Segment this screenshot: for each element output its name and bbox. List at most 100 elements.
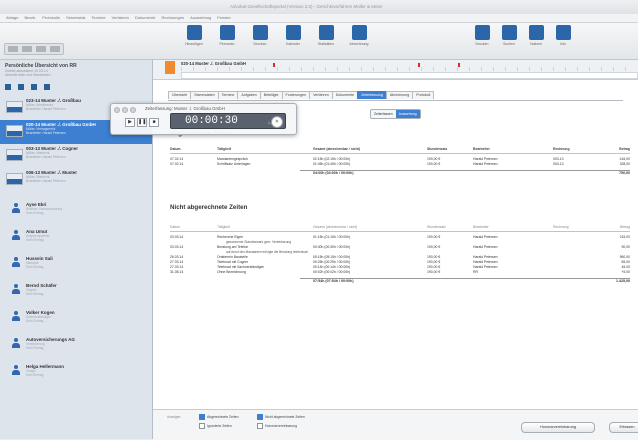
case-icon[interactable]: [5, 84, 11, 90]
tab-dokumente[interactable]: Dokumente: [331, 91, 359, 99]
sidebar-contact-item[interactable]: Helga Hellermann Zeugin Kein Eintrag: [0, 362, 152, 389]
checkbox-ignored[interactable]: Ignorierte Zeiten: [199, 423, 232, 429]
toolbar-icon: [219, 25, 235, 40]
toolbar-icon: [474, 25, 490, 40]
sidebar-case-item[interactable]: 003-13 Muster ./. Cogner Müller, Mietrech…: [0, 144, 152, 168]
person-icon: [12, 311, 20, 321]
cell-duration: 05:15h (05:15h / 00:00h): [313, 255, 351, 259]
zoom-dot-icon[interactable]: [130, 107, 136, 113]
tab-zeiterfassung[interactable]: Zeiterfassung: [357, 91, 387, 99]
close-icon[interactable]: ✕: [271, 116, 283, 128]
cell-activity: Telefonat mit Cogner: [217, 260, 249, 264]
segment-capture[interactable]: Zeiterfassen: [371, 110, 396, 118]
fee-agreement-button[interactable]: Honorarvereinbarung: [521, 422, 595, 433]
cell-duration: 00:30h (00:30h / 00:00h): [313, 245, 351, 249]
play-icon[interactable]: ▶: [125, 118, 135, 127]
pause-icon[interactable]: ❚❚: [137, 118, 147, 127]
cell-activity: Telefonat mit Sachverständigen: [217, 265, 265, 269]
table-row[interactable]: 31.08.14 Ohne Bezeichnung 00:02h (00:02h /…: [170, 270, 630, 275]
sidebar-contact-item[interactable]: Ayse Ekri Besitzer, Hausverwaltung Kein Ei…: [0, 200, 152, 227]
person-icon: [12, 257, 20, 267]
sidebar-case-item[interactable]: 006-13 Muster ./. Muster Müller, Mietrech…: [0, 168, 152, 192]
toolbar-icon: [528, 25, 544, 40]
segment-evaluation[interactable]: Auswertung: [395, 110, 420, 118]
menu-item[interactable]: Bearb.: [24, 14, 36, 22]
unbilled-table: Datum Tätigkeit Gesamt (abrechenbar / nich…: [170, 225, 630, 285]
toolbar-icon: [501, 25, 517, 40]
tab-verfahren[interactable]: Verfahren: [309, 91, 333, 99]
cell-worker: Harald Petersen: [473, 162, 498, 166]
person-icon: [12, 284, 20, 294]
tab-übersicht[interactable]: Übersicht: [168, 91, 192, 99]
tab-abrechnung[interactable]: Abrechnung: [385, 91, 414, 99]
tab-beteiligte[interactable]: Beteiligte: [259, 91, 283, 99]
tab-stammdaten[interactable]: Stammdaten: [190, 91, 219, 99]
tab-termine[interactable]: Termine: [217, 91, 239, 99]
timeline-event-marker[interactable]: [458, 63, 460, 67]
table-header: Datum Tätigkeit Gesamt (abrechenbar / nich…: [170, 147, 630, 154]
view-switcher[interactable]: [4, 43, 64, 55]
menu-item[interactable]: Sekretariat: [66, 14, 85, 22]
close-dot-icon[interactable]: [114, 107, 120, 113]
sidebar-contact-item[interactable]: Bernd Schäfer Gegner Kein Eintrag: [0, 281, 152, 308]
case-timeline[interactable]: 020-14 Muster ./. Großbau GmbH: [153, 60, 638, 80]
menu-item[interactable]: Fenster: [217, 14, 231, 22]
tab-protokoll[interactable]: Protokoll: [412, 91, 435, 99]
toolbar-button[interactable]: Statistiken: [312, 25, 340, 46]
sidebar-contact-item[interactable]: Ana Umut Ansprechpartner Kein Eintrag: [0, 227, 152, 254]
menu-item[interactable]: Auswertung: [190, 14, 211, 22]
header-date: Datum: [170, 147, 181, 151]
menu-bar: Ablage Bearb. Protokolle Sekretariat Termine…: [0, 14, 638, 23]
billed-table: Datum Tätigkeit Gesamt (abrechenbar / nich…: [170, 147, 630, 177]
toolbar-button[interactable]: Personen: [213, 25, 241, 46]
mode-segmented-control: Zeiterfassen Auswertung: [370, 109, 421, 119]
table-row[interactable]: 07.02.14 Schriftsatz Unterlagen 01:45h (01…: [170, 162, 630, 167]
add-entry-button[interactable]: Erfassen: [609, 422, 638, 433]
checkbox-fee-agreement[interactable]: Honorarvereinbarung: [257, 423, 297, 429]
toolbar-button-label: Suchen: [503, 42, 515, 46]
toolbar-button[interactable]: Hinzufügen: [180, 25, 208, 46]
time-tracker-window[interactable]: Zeiterfassung: Muster ./. Großbau GmbH ▶…: [110, 103, 297, 135]
stop-icon[interactable]: ■: [149, 118, 159, 127]
sum-duration: 04:00h (04:00h / 00:00h): [313, 171, 354, 175]
toolbar-button[interactable]: Drucken: [246, 25, 274, 46]
tab-aufgaben[interactable]: Aufgaben: [237, 91, 261, 99]
toolbar-button[interactable]: Abrechnung: [345, 25, 373, 46]
toolbar-button[interactable]: Suchen: [495, 25, 523, 46]
cell-rate: 190,00 €: [427, 157, 441, 161]
timeline-month-ruler: [181, 72, 638, 79]
people-icon[interactable]: [31, 84, 37, 90]
sidebar-contact-item[interactable]: Volker Kogen Sachverständiger Kein Eintrag: [0, 308, 152, 335]
header-duration: Gesamt (abrechenbar / nicht): [313, 147, 360, 151]
timeline-label: 020-14 Muster ./. Großbau GmbH: [181, 61, 246, 66]
timeline-case-marker: [165, 61, 175, 74]
lock-icon[interactable]: [44, 84, 50, 90]
menu-item[interactable]: Verfahren: [112, 14, 129, 22]
timer-time: 00:00:30: [185, 115, 238, 127]
timeline-event-marker[interactable]: [273, 63, 275, 67]
sidebar-contact-item[interactable]: Hussein Sali Mandant Kein Eintrag: [0, 254, 152, 281]
timeline-event-marker[interactable]: [418, 63, 420, 67]
menu-item[interactable]: Rechnungen: [161, 14, 184, 22]
menu-item[interactable]: Protokolle: [42, 14, 60, 22]
sidebar-contact-item[interactable]: Autoversicherungs AG Versicherung Kein Ein…: [0, 335, 152, 362]
menu-item[interactable]: Ablage: [6, 14, 18, 22]
menu-item[interactable]: Dokumente: [135, 14, 155, 22]
tab-forderungen[interactable]: Forderungen: [281, 91, 311, 99]
cell-rate: 190,00 €: [427, 245, 441, 249]
toolbar-button[interactable]: Info: [549, 25, 577, 46]
cell-amount: 328,00: [619, 162, 630, 166]
checkbox-billed[interactable]: Abgerechnete Zeiten: [199, 414, 238, 420]
toolbar-button[interactable]: Notizen: [522, 25, 550, 46]
menu-item[interactable]: Termine: [91, 14, 105, 22]
tab-bar: Übersicht Stammdaten Termine Aufgaben Beteil…: [168, 91, 623, 101]
folder-icon[interactable]: [18, 84, 24, 90]
cell-date: 07.02.14: [170, 157, 184, 161]
toolbar-button[interactable]: Kalender: [279, 25, 307, 46]
minimize-dot-icon[interactable]: [122, 107, 128, 113]
toolbar-button[interactable]: Drucken: [468, 25, 496, 46]
cell-worker: Harald Petersen: [473, 265, 498, 269]
header-worker: Bearbeiter: [473, 147, 490, 151]
cell-duration: 00:25h (00:25h / 00:00h): [313, 260, 351, 264]
checkbox-unbilled[interactable]: Nicht abgerechnete Zeiten: [257, 414, 305, 420]
